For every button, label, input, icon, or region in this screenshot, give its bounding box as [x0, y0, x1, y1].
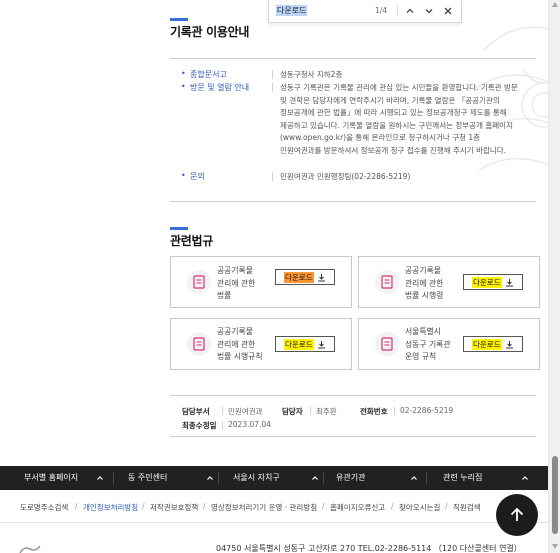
download-label: 다운로드	[472, 277, 502, 288]
document-icon	[375, 270, 399, 294]
link-separator: /	[75, 502, 78, 511]
footer-nav-seoul-districts[interactable]: 서울시 자치구	[219, 466, 319, 490]
chevron-up-icon	[522, 476, 528, 480]
law-name: 공공기록물 관리에 관한 법률	[217, 266, 256, 300]
dept-value: 민원여권과	[228, 407, 263, 416]
footer-nav-label: 서울시 자치구	[233, 473, 280, 482]
scroll-down-arrow-icon[interactable]	[552, 544, 558, 549]
find-bar: 다운로드 1/4	[268, 0, 462, 23]
chevron-up-icon	[411, 476, 417, 480]
arrow-up-icon	[510, 507, 524, 521]
footer-link-privacy-policy[interactable]: 개인정보처리방침	[83, 502, 138, 513]
download-button[interactable]: 다운로드	[275, 269, 335, 285]
info-desc: 민원여권과 민원행정팀(02-2286-5219)	[280, 172, 411, 181]
download-icon	[506, 341, 513, 349]
scrollbar-thumb[interactable]	[552, 456, 558, 534]
page-scrollbar[interactable]	[548, 0, 560, 553]
footer-nav-community-centers[interactable]: 동 주민센터	[114, 466, 214, 490]
footer-nav-bar: 부서별 홈페이지 동 주민센터 서울시 자치구 유관기관 관련 누리집	[0, 466, 548, 490]
chevron-up-icon	[97, 476, 103, 480]
info-divider	[272, 83, 273, 92]
link-separator: /	[445, 502, 448, 511]
footer-link-road-address[interactable]: 도로명주소검색	[20, 502, 68, 513]
download-button[interactable]: 다운로드	[463, 336, 523, 352]
scroll-to-top-button[interactable]	[496, 494, 538, 536]
section-title-accent	[170, 227, 188, 230]
find-match-count: 1/4	[375, 6, 388, 15]
footer-nav-dept-sites[interactable]: 부서별 홈페이지	[0, 466, 110, 490]
footer-nav-related-sites[interactable]: 관련 누리집	[427, 466, 537, 490]
phone-label: 전화번호	[360, 407, 388, 416]
chevron-up-icon	[207, 476, 213, 480]
footer-link-staff-search[interactable]: 직원검색	[453, 502, 481, 513]
document-icon	[187, 332, 211, 356]
download-label: 다운로드	[284, 339, 314, 350]
footer-address: 04750 서울특별시 성동구 고산자로 270 TEL.02-2286-511…	[216, 544, 522, 553]
updated-value: 2023.07.04	[228, 420, 271, 429]
chevron-up-icon[interactable]	[405, 6, 415, 16]
chevron-up-icon	[312, 476, 318, 480]
find-input[interactable]: 다운로드	[276, 5, 308, 16]
link-separator: /	[391, 502, 394, 511]
find-divider	[397, 5, 398, 17]
link-separator: /	[203, 502, 206, 511]
footer-nav-label: 관련 누리집	[443, 473, 483, 482]
person-label: 담당자	[282, 407, 303, 416]
download-icon	[318, 274, 325, 282]
footer-links: 도로명주소검색 / 개인정보처리방침 / 저작권보호정책 / 영상정보처리기기 …	[0, 498, 548, 518]
document-icon	[187, 270, 211, 294]
info-divider	[272, 70, 273, 79]
info-divider	[272, 172, 273, 181]
link-separator: /	[142, 502, 145, 511]
link-separator: /	[322, 502, 325, 511]
info-desc: 성동구청사 지하2층	[280, 70, 343, 79]
law-card: 공공기록물 관리에 관한 법률 시행규칙 다운로드	[170, 318, 352, 370]
law-name: 서울특별시 성동구 기록관 운영 규칙	[405, 327, 451, 361]
download-icon	[318, 341, 325, 349]
footer-link-directions[interactable]: 찾아오시는길	[399, 502, 440, 513]
page-meta-info: 담당부서 민원여권과 담당자 최주환 전화번호 02-2286-5219 최종수…	[170, 395, 536, 437]
download-button[interactable]: 다운로드	[275, 336, 335, 352]
footer-link-copyright[interactable]: 저작권보호정책	[150, 502, 198, 513]
law-name: 공공기록물 관리에 관한 법률 시행령	[405, 266, 444, 300]
section-title-accent	[170, 18, 188, 21]
close-icon[interactable]	[443, 6, 453, 16]
footer-link-cctv-policy[interactable]: 영상정보처리기기 운영 · 관리방침	[211, 502, 317, 513]
info-term: 문의	[181, 171, 205, 182]
footer-nav-label: 유관기관	[336, 473, 366, 482]
info-desc: 성동구 기록관은 기록물 관리에 관심 있는 시민들을 환영합니다. 기록관 방…	[280, 83, 518, 155]
download-label: 다운로드	[472, 339, 502, 350]
law-card: 서울특별시 성동구 기록관 운영 규칙 다운로드	[358, 318, 540, 370]
footer-nav-label: 동 주민센터	[128, 473, 168, 482]
scroll-up-arrow-icon[interactable]	[552, 2, 558, 7]
phone-value: 02-2286-5219	[400, 406, 454, 415]
info-term: 종합문서고	[181, 69, 227, 80]
law-card: 공공기록물 관리에 관한 법률 다운로드	[170, 256, 352, 308]
chevron-down-icon[interactable]	[424, 6, 434, 16]
info-term: 방문 및 열람 안내	[181, 82, 249, 93]
download-button[interactable]: 다운로드	[463, 274, 523, 290]
person-value: 최주환	[316, 407, 337, 416]
download-icon	[506, 279, 513, 287]
meta-divider	[310, 407, 311, 415]
footer-divider	[0, 522, 548, 523]
footer-nav-related-orgs[interactable]: 유관기관	[324, 466, 422, 490]
usage-info-box: 종합문서고 성동구청사 지하2층 방문 및 열람 안내 성동구 기록관은 기록물…	[170, 58, 536, 202]
footer-nav-label: 부서별 홈페이지	[24, 473, 79, 482]
document-icon	[375, 332, 399, 356]
meta-divider	[394, 407, 395, 415]
meta-divider	[222, 421, 223, 429]
law-name: 공공기록물 관리에 관한 법률 시행규칙	[217, 327, 263, 361]
section-title-usage: 기록관 이용안내	[170, 25, 250, 39]
download-label: 다운로드	[284, 272, 314, 283]
updated-label: 최종수정일	[182, 421, 217, 430]
footer-link-error-report[interactable]: 홈페이지오류신고	[330, 502, 385, 513]
section-title-laws: 관련법규	[170, 234, 213, 248]
dept-label: 담당부서	[182, 407, 210, 416]
law-card: 공공기록물 관리에 관한 법률 시행령 다운로드	[358, 256, 540, 308]
district-logo	[19, 545, 41, 553]
meta-divider	[222, 407, 223, 415]
